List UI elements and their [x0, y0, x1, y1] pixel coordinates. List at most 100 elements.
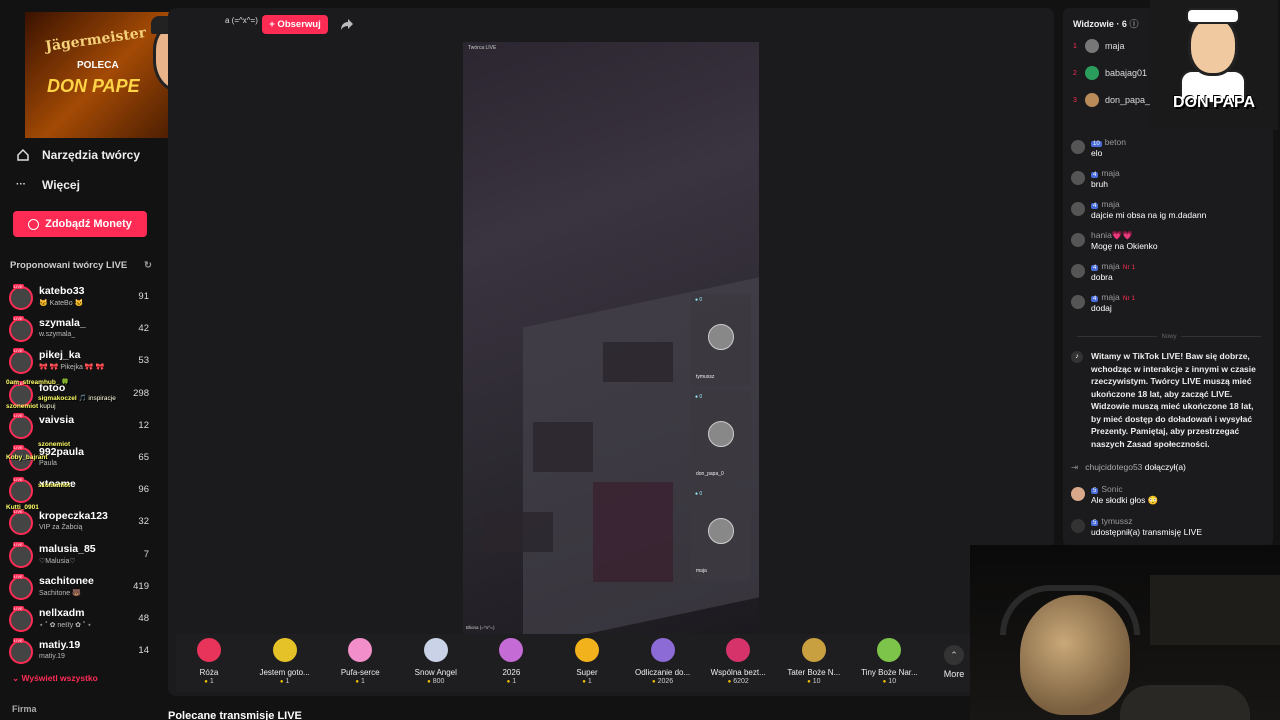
gift-item[interactable]: Jestem goto...1 [252, 638, 318, 692]
creator-row[interactable]: LIVE katebo33 🐱 KateBo 🐱 91 [8, 282, 153, 312]
welcome-message: Witamy w TikTok LIVE! Baw się dobrze, wc… [1091, 351, 1256, 449]
avatar[interactable] [1085, 39, 1099, 53]
creator-row[interactable]: LIVE vaivsia 12 [8, 411, 153, 441]
creator-name: pikej_ka [39, 349, 81, 362]
gift-price: 2026 [630, 678, 696, 685]
gift-item[interactable]: Snow Angel800 [403, 638, 469, 692]
avatar[interactable] [1085, 66, 1099, 80]
chat-user[interactable]: Sonic [1101, 484, 1122, 494]
guest-panel[interactable]: ● 0 don_papa_0 [691, 391, 751, 483]
viewer-name: maja [1105, 41, 1125, 51]
overlay-chat-line: Koby_bajrant [6, 454, 48, 461]
avatar[interactable] [1071, 140, 1085, 154]
avatar[interactable]: LIVE [9, 509, 33, 536]
avatar[interactable] [1071, 233, 1085, 247]
avatar[interactable]: LIVE [9, 348, 33, 375]
viewer-row[interactable]: 2 babajag01 [1073, 66, 1147, 80]
creator-row[interactable]: LIVE nellxadm ⋆ ˚ ✿ neℓℓy ✿ ˚ ⋆ 48 [8, 604, 153, 634]
avatar[interactable] [1071, 295, 1085, 309]
creator-row[interactable]: LIVE szymala_ w.szymala_ 42 [8, 314, 153, 344]
viewer-row[interactable]: 1 maja [1073, 39, 1125, 53]
overlay-chat-line: Kutti_0901 [6, 504, 39, 511]
nav-more[interactable]: ··· Więcej [16, 178, 80, 192]
creator-row[interactable]: LIVE sachitonee Sachitone 🐻 419 [8, 572, 153, 602]
avatar[interactable] [1071, 264, 1085, 278]
creator-row[interactable]: LIVE kropeczka123 VIP za Żabcią 32 [8, 507, 153, 537]
avatar[interactable] [1071, 202, 1085, 216]
avatar[interactable]: LIVE [9, 573, 33, 600]
gift-item[interactable]: Odliczanie do...2026 [630, 638, 696, 692]
avatar[interactable]: LIVE [9, 477, 33, 504]
overlay-chat-user: szonemiot [38, 482, 71, 489]
creator-subtitle: w.szymala_ [39, 331, 76, 339]
creator-row[interactable]: LIVE matiy.19 matiy.19 14 [8, 636, 153, 666]
rose-icon [197, 638, 221, 662]
gift-item[interactable]: Wspólna bezt...6202 [705, 638, 771, 692]
avatar[interactable]: LIVE [9, 638, 33, 665]
tiny-gift-icon [877, 638, 902, 662]
potato-icon [801, 638, 826, 662]
live-badge: LIVE [13, 606, 24, 611]
gift-item[interactable]: Pufa-serce1 [327, 638, 393, 692]
show-all-link[interactable]: ⌄ Wyświetl wszystko [12, 673, 98, 684]
overlay-chat-text: 🍀 [61, 379, 70, 386]
refresh-icon[interactable]: ↻ [144, 260, 152, 271]
viewer-name: babajag01 [1105, 68, 1148, 78]
join-user[interactable]: chujcidotego53 [1085, 462, 1142, 472]
live-video[interactable]: Twórca LIVE Bliona (=^x^=) ● 0 tymussz ● 0… [463, 42, 759, 634]
creator-name: katebo33 [39, 285, 85, 297]
gift-item[interactable]: 20261 [478, 638, 544, 692]
level-badge: 4 [1091, 172, 1099, 178]
chat-user[interactable]: tymussz [1101, 516, 1132, 526]
chat-user[interactable]: maja [1101, 261, 1119, 271]
creator-row[interactable]: LIVE xtoame 96 [8, 475, 153, 505]
share-icon[interactable] [340, 17, 354, 31]
live-badge: LIVE [13, 412, 24, 418]
avatar[interactable]: LIVE [9, 606, 33, 632]
gift-name: Jestem goto... [259, 668, 310, 677]
creator-row[interactable]: LIVE pikej_ka 🎀 🎀 Pikejka 🎀 🎀 53 [8, 346, 153, 376]
guest-panel[interactable]: ● 0 tymussz [691, 294, 751, 386]
chat-user[interactable]: beton [1105, 137, 1126, 147]
avatar[interactable]: LIVE [9, 316, 33, 343]
headphones-image [1000, 585, 1140, 635]
gift-item[interactable]: Tater Boże N...10 [781, 638, 847, 692]
nav-creator-tools[interactable]: Narzędzia twórcy [16, 148, 140, 162]
creator-subtitle: Sachitone 🐻 [39, 589, 81, 597]
info-icon[interactable]: ⓘ [1129, 19, 1138, 29]
guest-avatar[interactable] [708, 421, 734, 447]
gift-item[interactable]: Róża1 [176, 638, 242, 692]
gift-item[interactable]: Super1 [554, 638, 620, 692]
overlay-chat-user: 0am_streamhub_ [6, 379, 60, 386]
chevron-up-icon: ⌃ [944, 645, 964, 665]
stream-label: Twórca LIVE [468, 45, 497, 51]
streamer-webcam [970, 545, 1280, 720]
viewer-row[interactable]: 3 don_papa_ [1073, 93, 1150, 107]
gift-item[interactable]: Tiny Boże Nar...10 [856, 638, 922, 692]
nav-label: Więcej [42, 178, 80, 192]
chat-user[interactable]: hania💗💗 [1091, 230, 1133, 240]
guest-avatar[interactable] [708, 324, 734, 350]
chat-user[interactable]: maja [1101, 292, 1119, 302]
gift-more-button[interactable]: ⌃ More [941, 645, 967, 679]
avatar[interactable] [1085, 93, 1099, 107]
avatar[interactable] [1071, 171, 1085, 185]
guest-panel[interactable]: ● 0 maja [691, 488, 751, 580]
level-badge: 4 [1091, 296, 1099, 302]
avatar[interactable]: LIVE [9, 541, 33, 568]
follow-button[interactable]: + Obserwuj [262, 15, 328, 34]
show-all-label: Wyświetl wszystko [21, 673, 98, 683]
viewer-count: 91 [138, 291, 149, 302]
get-coins-button[interactable]: Zdobądź Monety [13, 211, 147, 237]
overlay-chat-user: szonemiot [38, 441, 71, 448]
company-link[interactable]: Firma [12, 704, 37, 714]
chat-user[interactable]: maja [1101, 199, 1119, 209]
creator-subtitle: matiy.19 [39, 653, 65, 661]
avatar[interactable] [1071, 487, 1085, 501]
avatar[interactable]: LIVE [9, 284, 33, 310]
avatar[interactable]: LIVE [9, 412, 33, 439]
chat-text: dobra [1091, 272, 1113, 282]
chat-user[interactable]: maja [1101, 168, 1119, 178]
guest-avatar[interactable] [708, 518, 734, 544]
creator-row[interactable]: LIVE malusia_85 ♡Malusia♡ 7 [8, 540, 153, 570]
